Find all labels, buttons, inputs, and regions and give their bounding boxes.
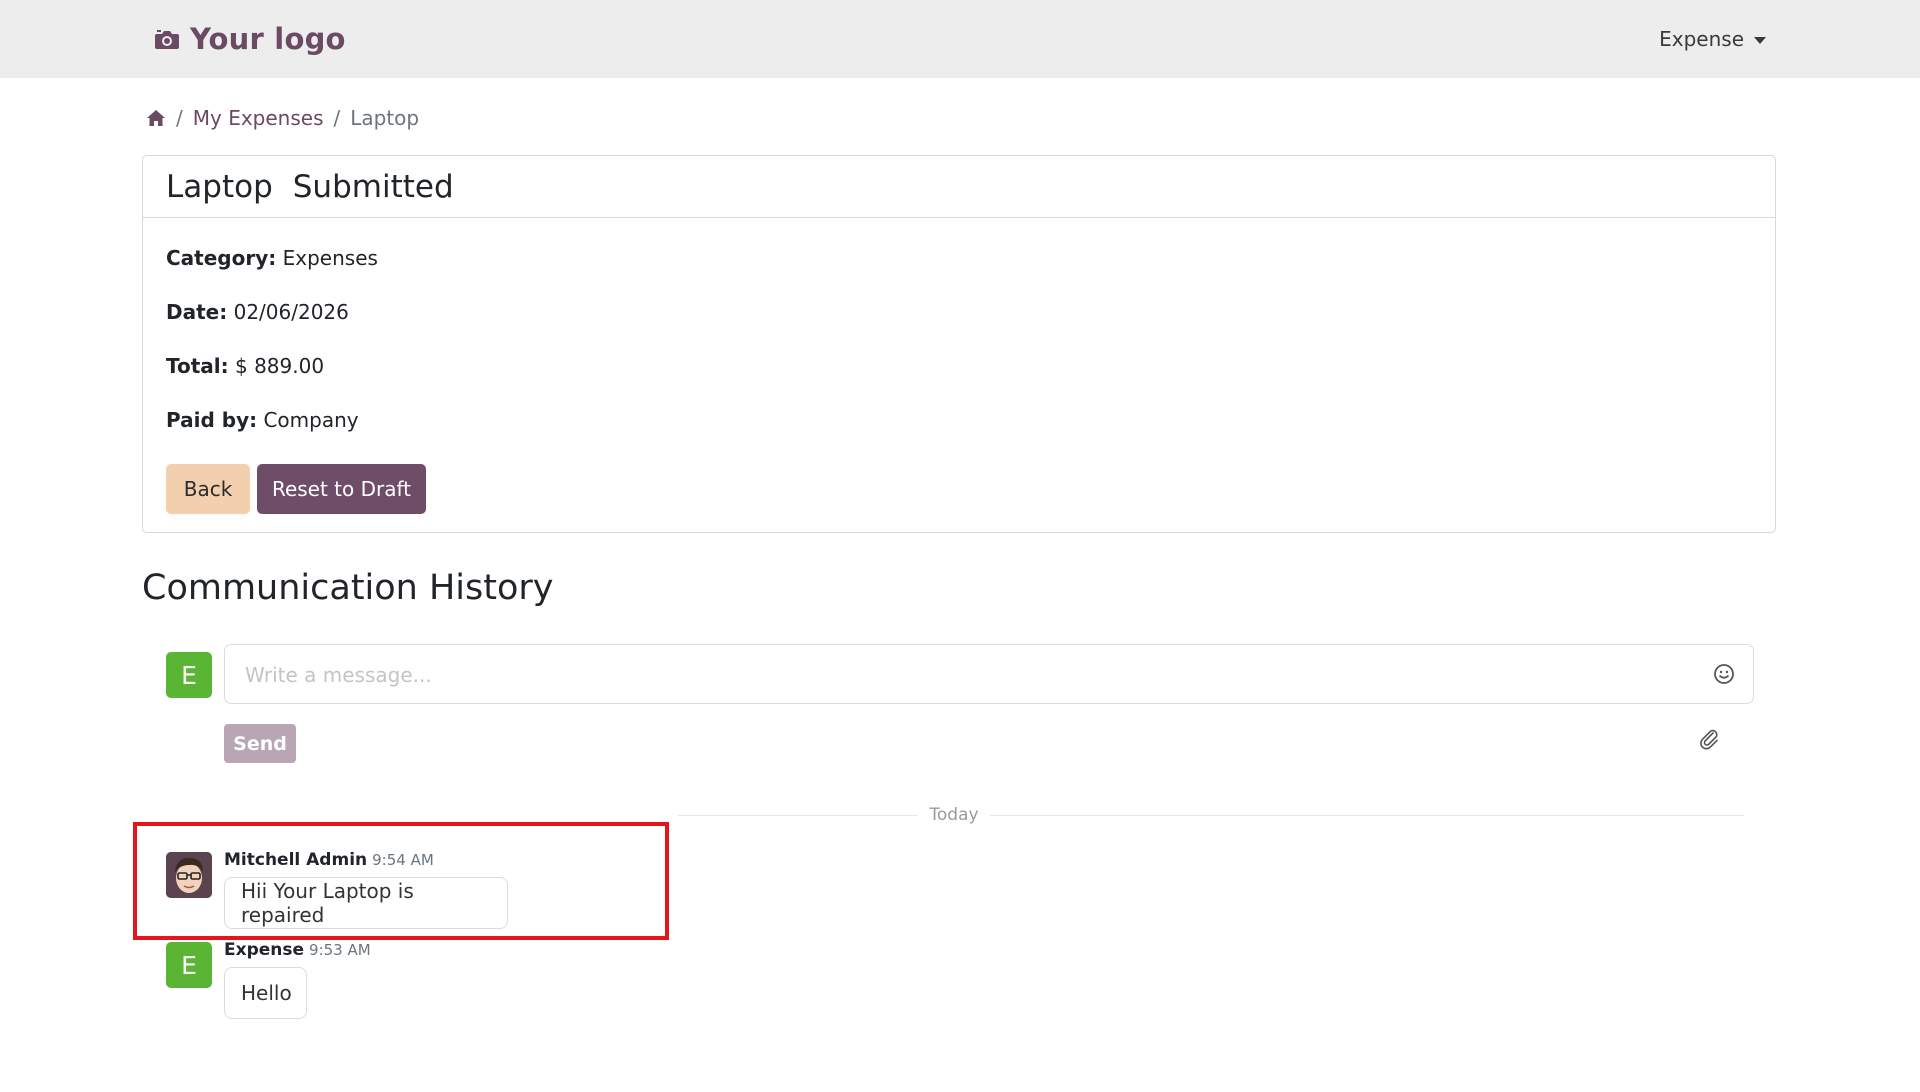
- date-divider-line: [990, 815, 1744, 816]
- caret-down-icon: [1754, 36, 1766, 44]
- field-label: Paid by:: [166, 408, 258, 432]
- brand-logo[interactable]: Your logo: [154, 21, 346, 57]
- field-label: Date:: [166, 300, 228, 324]
- message-bubble: Hello: [224, 967, 307, 1019]
- camera-icon: [155, 30, 179, 49]
- paperclip-icon[interactable]: [1698, 728, 1720, 750]
- message-input[interactable]: [243, 660, 1667, 690]
- field-value: 02/06/2026: [233, 300, 349, 324]
- card-header: Laptop Submitted: [143, 156, 1775, 218]
- field-label: Category:: [166, 246, 277, 270]
- logo-text: Your logo: [190, 22, 346, 56]
- smiley-icon[interactable]: [1713, 663, 1735, 685]
- expense-title: Laptop: [166, 168, 273, 205]
- status-badge: Submitted: [292, 168, 454, 205]
- author-name: Expense: [224, 940, 305, 960]
- avatar: E: [166, 942, 212, 988]
- composer-avatar: E: [166, 652, 212, 698]
- breadcrumb-separator: /: [333, 106, 341, 130]
- communication-history-title: Communication History: [142, 568, 554, 608]
- back-button[interactable]: Back: [166, 464, 250, 514]
- home-icon[interactable]: [146, 109, 166, 127]
- expense-dropdown[interactable]: Expense: [1659, 26, 1766, 52]
- expense-card: Laptop Submitted Category: Expenses Date…: [142, 155, 1776, 533]
- field-date: Date: 02/06/2026: [166, 300, 349, 324]
- date-divider-line: [678, 815, 918, 816]
- field-category: Category: Expenses: [166, 246, 378, 270]
- breadcrumb-separator: /: [176, 106, 183, 130]
- field-total: Total: $ 889.00: [166, 354, 324, 378]
- field-paid-by: Paid by: Company: [166, 408, 359, 432]
- highlight-box: [133, 822, 669, 940]
- top-navbar: Your logo Expense: [0, 0, 1920, 78]
- field-label: Total:: [166, 354, 229, 378]
- message-author: Expense 9:53 AM: [224, 940, 371, 960]
- send-button[interactable]: Send: [224, 724, 296, 763]
- breadcrumb-my-expenses[interactable]: My Expenses: [193, 106, 324, 130]
- breadcrumb-current: Laptop: [350, 106, 420, 130]
- date-divider-label: Today: [928, 805, 980, 825]
- field-value: Expenses: [282, 246, 378, 270]
- message-composer: [224, 644, 1754, 704]
- reset-to-draft-button[interactable]: Reset to Draft: [257, 464, 426, 514]
- breadcrumb: / My Expenses / Laptop: [146, 104, 419, 132]
- message-time: 9:53 AM: [309, 941, 371, 959]
- field-value: $ 889.00: [235, 354, 325, 378]
- expense-menu-label: Expense: [1659, 27, 1744, 51]
- field-value: Company: [263, 408, 359, 432]
